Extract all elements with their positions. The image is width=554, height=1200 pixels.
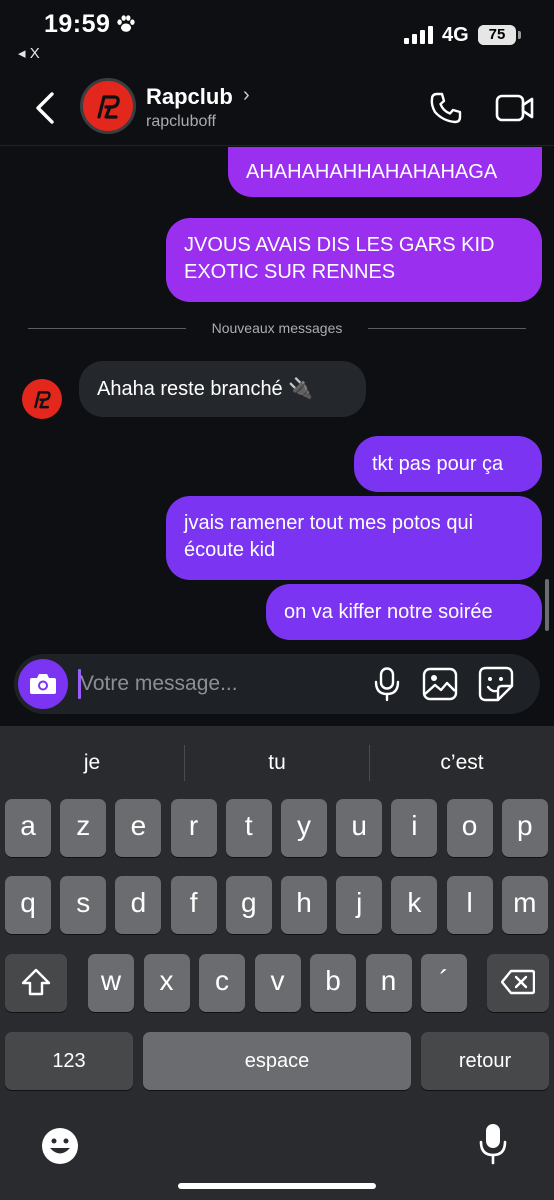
paw-icon <box>117 15 135 32</box>
phone-icon[interactable] <box>428 90 464 126</box>
microphone-icon[interactable] <box>372 667 402 701</box>
numbers-key[interactable]: 123 <box>5 1032 133 1090</box>
contact-handle: rapcluboff <box>146 113 216 130</box>
signal-icon <box>404 26 433 44</box>
keyboard: je tu c’est 123 espace retour azertyuiop… <box>0 726 554 1200</box>
key-i[interactable]: i <box>391 799 438 857</box>
key-y[interactable]: y <box>281 799 327 857</box>
key-u[interactable]: u <box>336 799 383 857</box>
status-time: 19:59 <box>44 10 111 38</box>
back-chevron-icon[interactable] <box>30 88 62 128</box>
key-v[interactable]: v <box>254 954 301 1012</box>
sender-avatar[interactable] <box>22 379 62 419</box>
dictation-icon[interactable] <box>478 1122 508 1166</box>
suggestion-item[interactable]: tu <box>185 726 369 800</box>
video-icon[interactable] <box>495 92 535 124</box>
image-icon[interactable] <box>422 667 458 701</box>
backspace-key[interactable] <box>487 954 549 1012</box>
rapclub-logo <box>97 95 120 119</box>
camera-button[interactable] <box>18 659 68 709</box>
chevron-right-icon[interactable]: › <box>243 84 250 107</box>
key-r[interactable]: r <box>170 799 217 857</box>
message-text: JVOUS AVAIS DIS LES GARS KID EXOTIC SUR … <box>184 234 495 283</box>
key-a[interactable]: a <box>5 799 51 857</box>
key-n[interactable]: n <box>365 954 412 1012</box>
key-b[interactable]: b <box>310 954 356 1012</box>
key-p[interactable]: p <box>501 799 548 857</box>
key-f[interactable]: f <box>170 876 217 934</box>
message-input[interactable] <box>80 666 360 702</box>
key-j[interactable]: j <box>336 876 383 934</box>
key-s[interactable]: s <box>60 876 107 934</box>
message-bubble-sent[interactable]: on va kiffer notre soirée <box>266 584 542 640</box>
contact-name[interactable]: Rapclub <box>146 84 233 110</box>
emoji-icon[interactable] <box>40 1126 80 1166</box>
message-text: on va kiffer notre soirée <box>284 601 493 623</box>
message-text: AHAHAHAHHAHAHAHAGA <box>246 161 498 183</box>
battery-level: 75 <box>488 26 506 43</box>
divider-line <box>368 328 526 329</box>
key-o[interactable]: o <box>446 799 493 857</box>
key-q[interactable]: q <box>5 876 51 934</box>
battery-indicator: 75 <box>478 25 521 45</box>
backspace-icon <box>500 969 536 995</box>
message-composer <box>14 654 540 714</box>
key-t[interactable]: t <box>225 799 272 857</box>
message-text: Ahaha reste branché 🔌 <box>97 378 314 400</box>
avatar[interactable] <box>80 78 136 134</box>
key-g[interactable]: g <box>225 876 272 934</box>
rapclub-logo <box>34 391 51 409</box>
message-bubble-sent[interactable]: JVOUS AVAIS DIS LES GARS KID EXOTIC SUR … <box>166 218 542 302</box>
home-indicator[interactable] <box>178 1183 376 1189</box>
key-k[interactable]: k <box>391 876 438 934</box>
suggestion-item[interactable]: c’est <box>370 726 554 800</box>
network-type: 4G <box>442 24 469 46</box>
sticker-icon[interactable] <box>478 666 514 702</box>
message-list[interactable]: AHAHAHAHHAHAHAHAGA JVOUS AVAIS DIS LES G… <box>0 147 554 647</box>
shift-icon <box>21 968 51 996</box>
camera-icon <box>30 674 56 694</box>
status-bar: 19:59 ◂ X 4G 75 <box>0 0 554 70</box>
suggestion-item[interactable]: je <box>0 726 184 800</box>
chat-header: Rapclub › rapcluboff <box>0 70 554 146</box>
key-acute[interactable]: ´ <box>421 954 467 1012</box>
key-c[interactable]: c <box>199 954 245 1012</box>
key-x[interactable]: x <box>143 954 190 1012</box>
message-text: tkt pas pour ça <box>372 453 504 475</box>
message-bubble-sent[interactable]: tkt pas pour ça <box>354 436 542 492</box>
message-bubble-sent[interactable]: AHAHAHAHHAHAHAHAGA <box>228 147 542 197</box>
key-h[interactable]: h <box>281 876 327 934</box>
key-m[interactable]: m <box>501 876 548 934</box>
shift-key[interactable] <box>5 954 67 1012</box>
back-to-app-link[interactable]: ◂ X <box>18 44 40 62</box>
space-key[interactable]: espace <box>143 1032 411 1090</box>
key-w[interactable]: w <box>88 954 134 1012</box>
key-l[interactable]: l <box>446 876 493 934</box>
key-z[interactable]: z <box>60 799 107 857</box>
message-bubble-received[interactable]: Ahaha reste branché 🔌 <box>79 361 366 417</box>
message-bubble-sent[interactable]: jvais ramener tout mes potos qui écoute … <box>166 496 542 580</box>
return-key[interactable]: retour <box>421 1032 549 1090</box>
message-text: jvais ramener tout mes potos qui écoute … <box>184 512 474 561</box>
key-e[interactable]: e <box>115 799 162 857</box>
new-messages-divider: Nouveaux messages <box>28 319 526 339</box>
suggestion-bar: je tu c’est <box>0 726 554 800</box>
scrollbar[interactable] <box>545 579 549 631</box>
key-d[interactable]: d <box>115 876 162 934</box>
